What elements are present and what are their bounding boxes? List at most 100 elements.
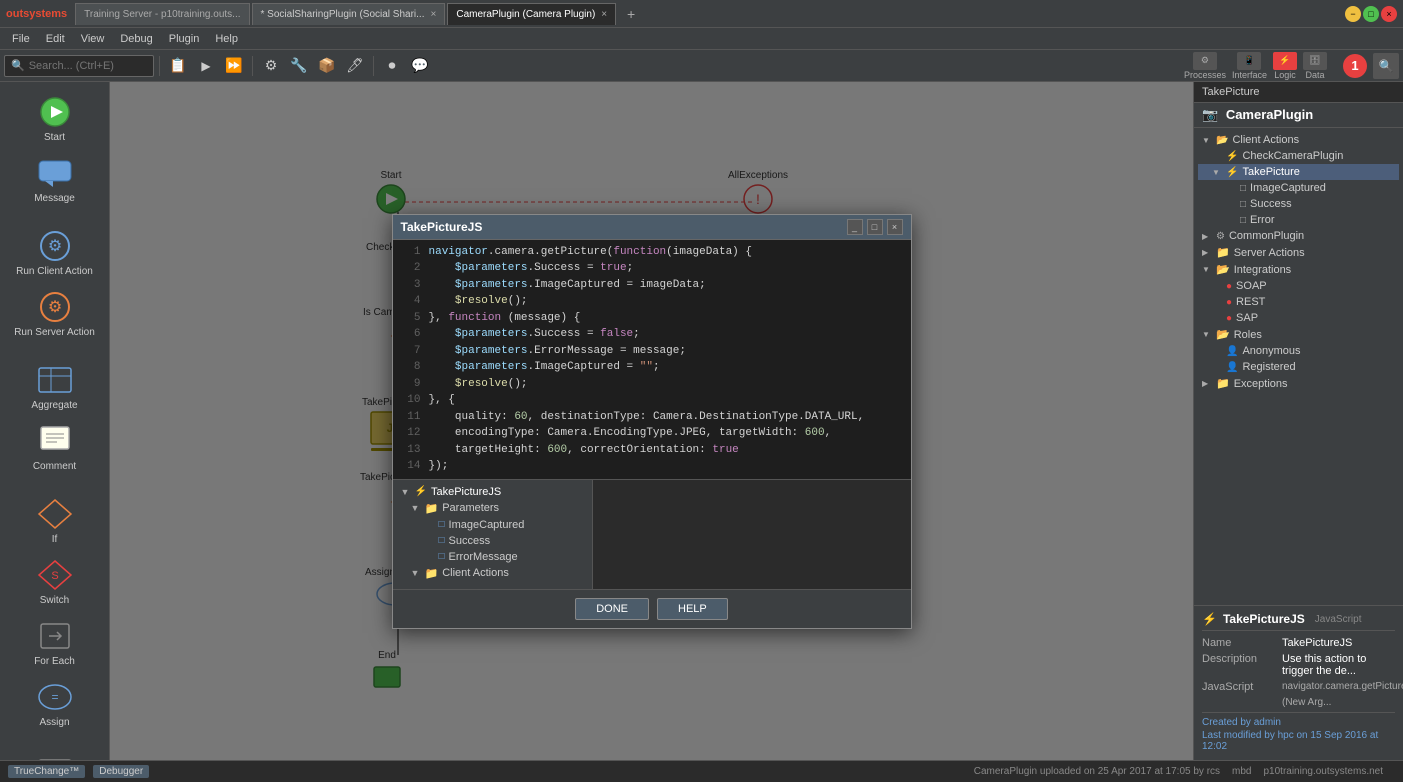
tab-camera-plugin[interactable]: CameraPlugin (Camera Plugin) × [447,3,616,25]
toolbar-btn-2[interactable]: ▶ [193,53,219,79]
code-editor[interactable]: 1navigator.camera.getPicture(function(im… [393,240,911,479]
menu-bar: File Edit View Debug Plugin Help [0,28,1403,50]
props-desc-row: Description Use this action to trigger t… [1202,653,1395,677]
menu-help[interactable]: Help [207,28,246,49]
props-js-row: JavaScript navigator.camera.getPicture(f… [1202,681,1395,693]
tool-for-each[interactable]: For Each [10,614,100,671]
tree-error-prop[interactable]: □ Error [1198,212,1399,228]
tree-server-actions[interactable]: ▶ 📁 Server Actions [1198,244,1399,261]
tool-message[interactable]: Message [10,151,100,208]
modal-maximize-btn[interactable]: □ [867,219,883,235]
tree-sap[interactable]: ● SAP [1198,310,1399,326]
right-panel-tree: ▼ 📂 Client Actions ⚡ CheckCameraPlugin ▼… [1194,128,1403,605]
tool-comment[interactable]: Comment [10,419,100,476]
upload-info: CameraPlugin uploaded on 25 Apr 2017 at … [974,766,1220,777]
search-box: 🔍 [4,55,154,77]
modal-controls: _ □ × [847,219,903,235]
tool-run-server[interactable]: ⚙ Run Server Action [10,285,100,342]
tree-take-picture-js[interactable]: ▼ ⚡ TakePictureJS [397,484,588,500]
right-panel: TakePicture 📷 CameraPlugin ▼ 📂 Client Ac… [1193,82,1403,760]
mbd-status: mbd [1232,766,1251,777]
tab-social-sharing[interactable]: * SocialSharingPlugin (Social Shari... × [252,3,446,25]
menu-view[interactable]: View [73,28,113,49]
toolbar-btn-3[interactable]: ⏩ [221,53,247,79]
right-panel-header: TakePicture [1194,82,1403,103]
close-tab-icon[interactable]: × [601,9,607,20]
help-button[interactable]: HELP [657,598,728,620]
right-panel-tree-root: 📷 CameraPlugin [1194,103,1403,128]
search-global-btn[interactable]: 🔍 [1373,53,1399,79]
tree-error-message[interactable]: □ ErrorMessage [397,549,588,565]
toolbar-btn-4[interactable]: ⚙ [258,53,284,79]
tree-soap[interactable]: ● SOAP [1198,278,1399,294]
menu-file[interactable]: File [4,28,38,49]
modal-overlay: TakePictureJS _ □ × 1navigator.camera.ge… [110,82,1193,760]
menu-debug[interactable]: Debug [112,28,160,49]
tree-registered[interactable]: 👤 Registered [1198,359,1399,375]
main-layout: Start Message ⚙ Run Client Action ⚙ Run … [0,82,1403,760]
new-tab-button[interactable]: + [618,1,644,27]
tree-success[interactable]: □ Success [397,533,588,549]
true-change-badge[interactable]: TrueChange™ [8,765,85,778]
toolbar-btn-8[interactable]: ⏺ [379,53,405,79]
toolbar-btn-9[interactable]: 💬 [407,53,433,79]
svg-text:⚙: ⚙ [47,238,61,255]
interface-btn[interactable]: 📱 Interface [1232,52,1267,80]
modal-title: TakePictureJS [401,220,847,234]
tree-client-actions[interactable]: ▼ 📁 Client Actions [397,565,588,582]
menu-plugin[interactable]: Plugin [161,28,208,49]
tree-common-plugin[interactable]: ▶ ⚙ CommonPlugin [1198,228,1399,244]
modal-minimize-btn[interactable]: _ [847,219,863,235]
tree-image-captured-prop[interactable]: □ ImageCaptured [1198,180,1399,196]
search-icon: 🔍 [11,59,25,72]
separator-3 [373,56,374,76]
close-window-button[interactable]: × [1381,6,1397,22]
svg-text:=: = [51,690,58,704]
toolbar: 🔍 📋 ▶ ⏩ ⚙ 🔧 📦 🖊 ⏺ 💬 ⚙ Processes 📱 Interf… [0,50,1403,82]
logic-btn[interactable]: ⚡ Logic [1273,52,1297,80]
props-modified: Last modified by hpc on 15 Sep 2016 at 1… [1202,730,1395,752]
tree-anonymous[interactable]: 👤 Anonymous [1198,343,1399,359]
search-input[interactable] [29,60,149,72]
toolbar-btn-5[interactable]: 🔧 [286,53,312,79]
tree-parameters[interactable]: ▼ 📁 Parameters [397,500,588,517]
maximize-button[interactable]: □ [1363,6,1379,22]
canvas-area[interactable]: False True False True Sta [110,82,1193,760]
tool-start[interactable]: Start [10,90,100,147]
tree-integrations[interactable]: ▼ 📂 Integrations [1198,261,1399,278]
tree-exceptions[interactable]: ▶ 📁 Exceptions [1198,375,1399,392]
separator-2 [252,56,253,76]
props-new-arg-row: (New Arg... [1202,697,1395,708]
tool-if[interactable]: If [10,492,100,549]
debugger-badge[interactable]: Debugger [93,765,149,778]
tab-environment[interactable]: Training Server - p10training.outs... [75,3,249,25]
toolbar-action-btn[interactable]: 📋 [165,53,191,79]
toolbar-btn-7[interactable]: 🖊 [342,53,368,79]
modal-tree-right [593,480,911,589]
modal-tree-left: ▼ ⚡ TakePictureJS ▼ 📁 Parameters □ [393,480,593,589]
tree-take-picture-item[interactable]: ▼ ⚡ TakePicture [1198,164,1399,180]
data-btn[interactable]: 🗄 Data [1303,52,1327,80]
tree-roles[interactable]: ▼ 📂 Roles [1198,326,1399,343]
processes-btn[interactable]: ⚙ Processes [1184,52,1226,80]
done-button[interactable]: DONE [575,598,649,620]
tree-check-camera-plugin[interactable]: ⚡ CheckCameraPlugin [1198,148,1399,164]
tab-bar: Training Server - p10training.outs... * … [75,0,1345,27]
close-icon[interactable]: × [431,9,437,20]
tree-rest[interactable]: ● REST [1198,294,1399,310]
tool-assign[interactable]: = Assign [10,675,100,732]
tree-client-actions-root[interactable]: ▼ 📂 Client Actions [1198,132,1399,148]
tool-switch[interactable]: S Switch [10,553,100,610]
props-panel: ⚡ TakePictureJS JavaScript Name TakePict… [1194,605,1403,760]
tree-image-captured[interactable]: □ ImageCaptured [397,517,588,533]
modal-close-btn[interactable]: × [887,219,903,235]
tree-success-prop[interactable]: □ Success [1198,196,1399,212]
toolbar-btn-6[interactable]: 📦 [314,53,340,79]
window-controls: − □ × [1345,6,1397,22]
tool-json-serialize[interactable]: JSON JSON Serialize [10,748,100,760]
tool-aggregate[interactable]: Aggregate [10,358,100,415]
minimize-button[interactable]: − [1345,6,1361,22]
svg-text:S: S [51,570,58,582]
menu-edit[interactable]: Edit [38,28,73,49]
tool-run-client[interactable]: ⚙ Run Client Action [10,224,100,281]
